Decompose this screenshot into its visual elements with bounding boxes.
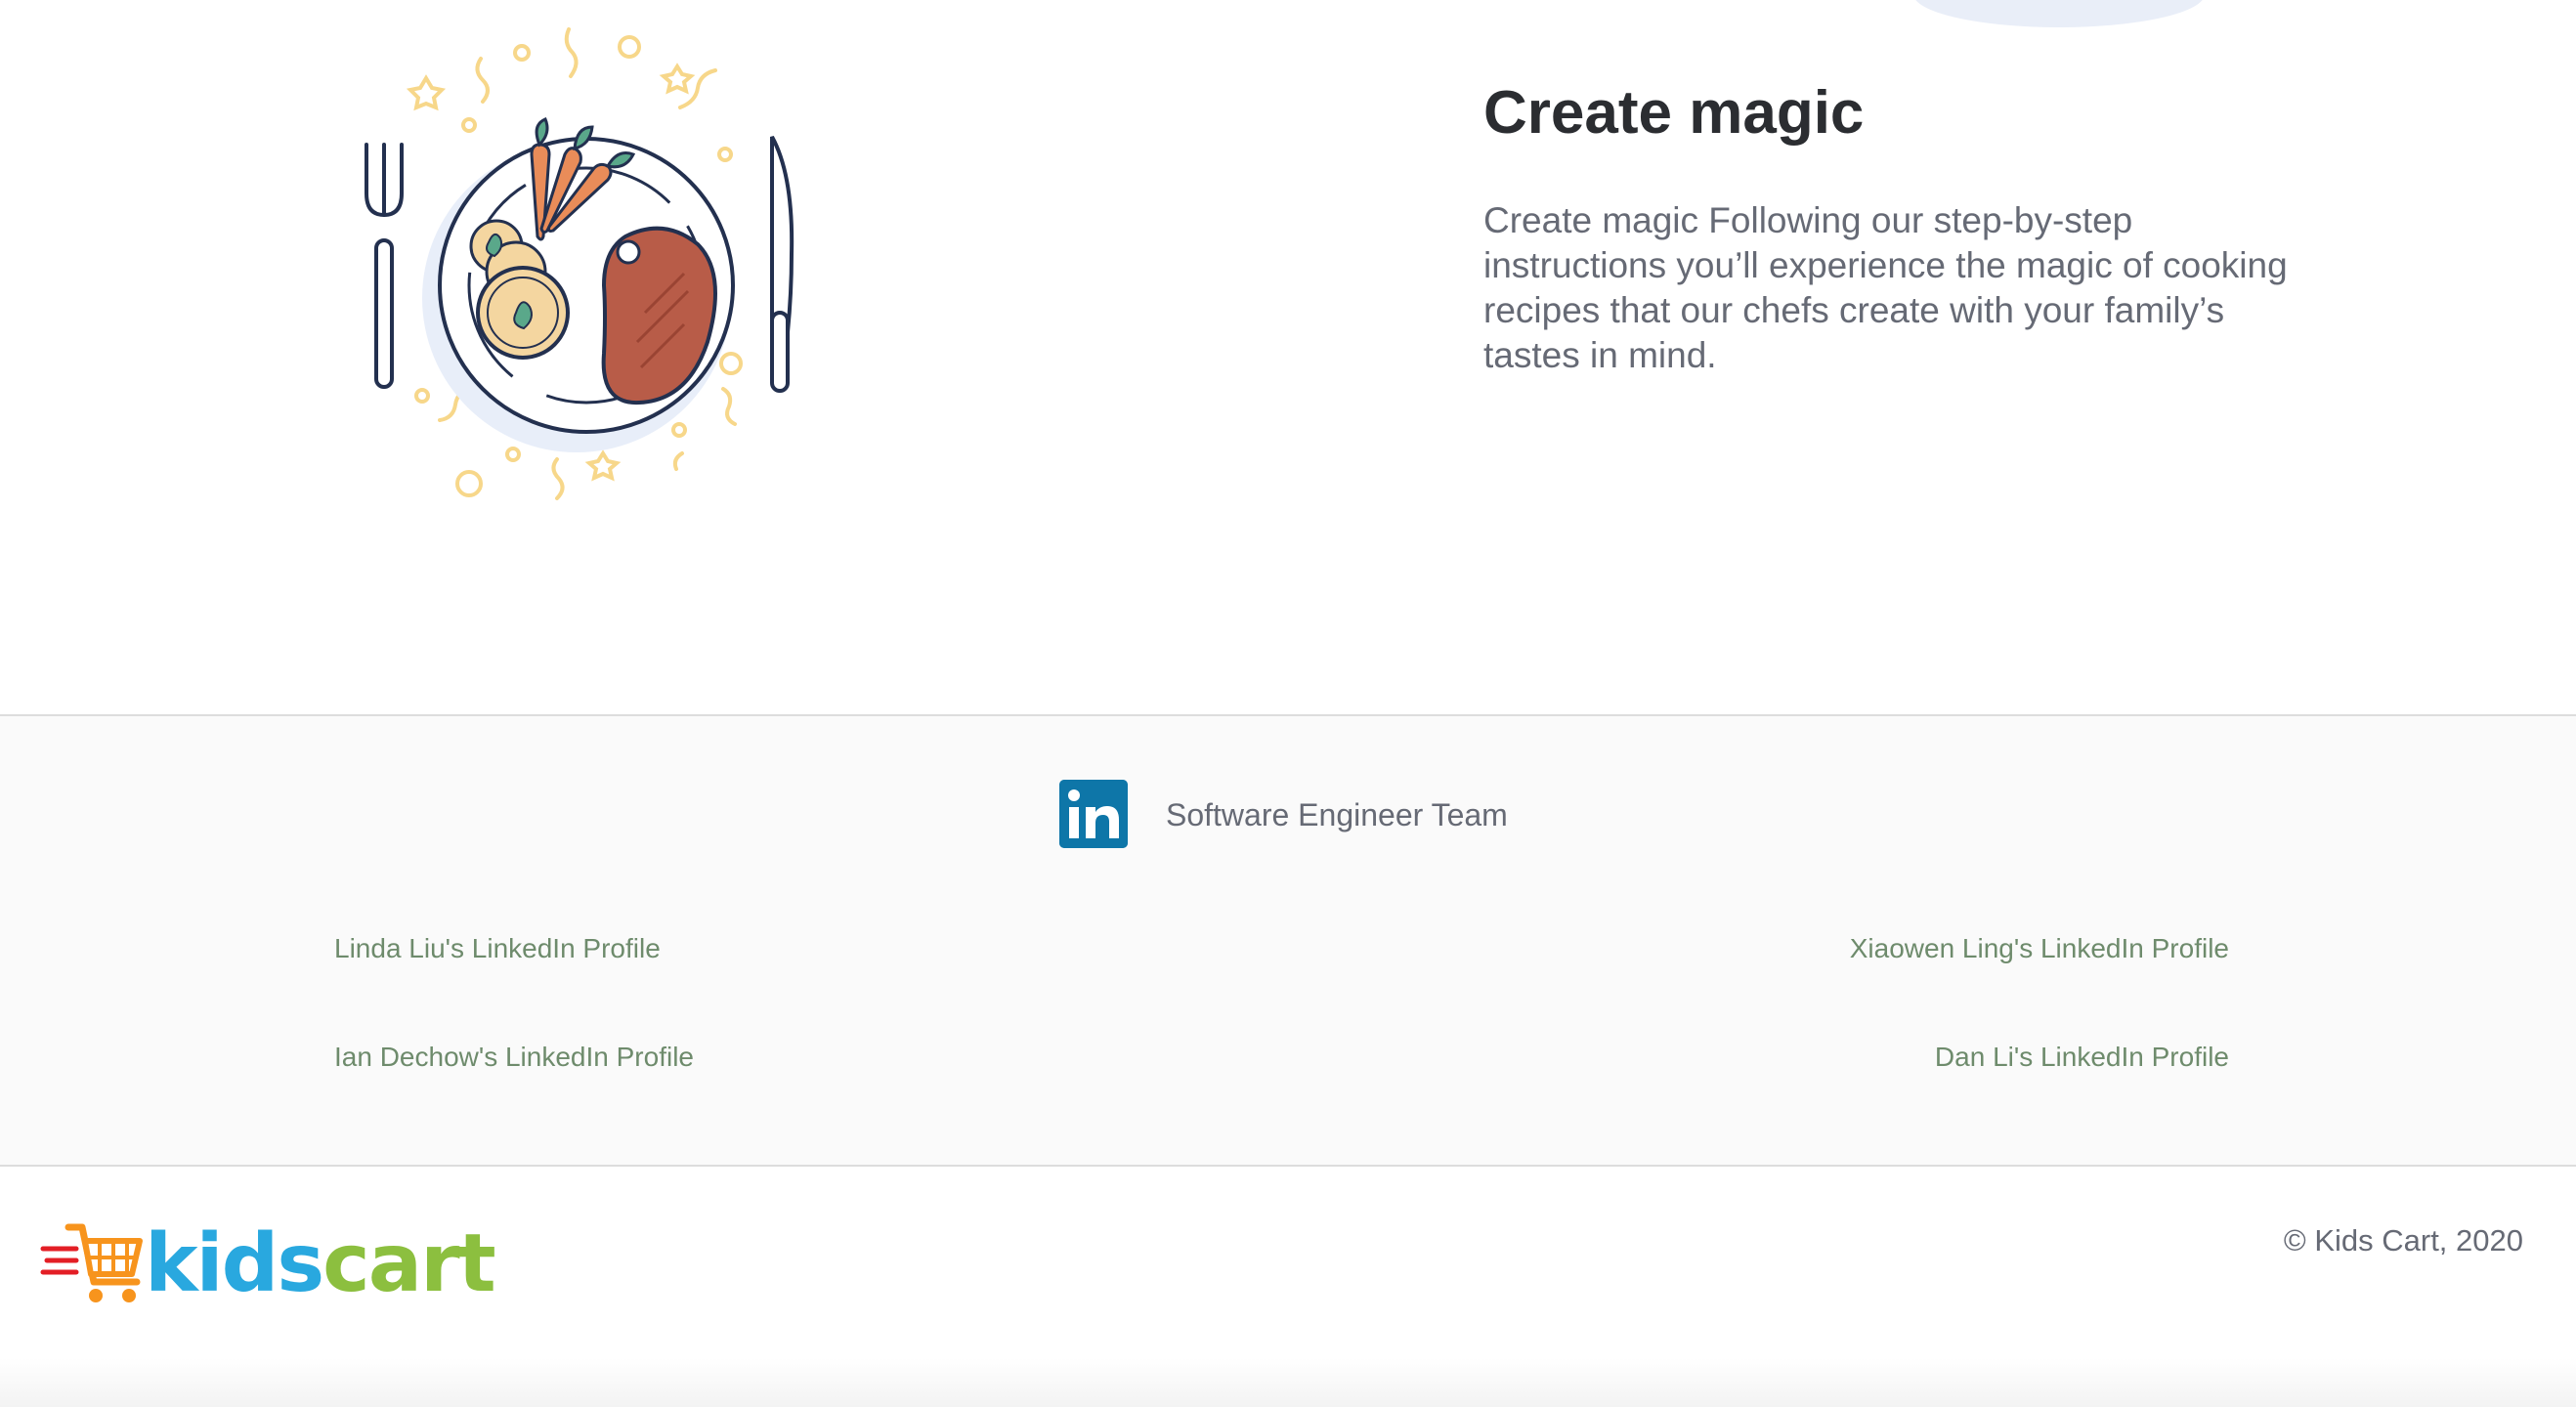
shopping-cart-icon [40,1223,143,1302]
linkedin-icon[interactable] [1059,780,1128,848]
brand-kids-text: kids [145,1217,324,1310]
team-section: Software Engineer Team Linda Liu's Linke… [0,714,2576,1167]
kidscart-logo[interactable]: kidscart [39,1215,496,1313]
footer-shadow [0,1358,2576,1407]
team-title: Software Engineer Team [1166,797,1508,832]
footer: kidscart © Kids Cart, 2020 [0,1167,2576,1407]
linkedin-profile-link-linda[interactable]: Linda Liu's LinkedIn Profile [334,933,661,964]
decorative-blob [1913,0,2205,27]
plate-meal-illustration [365,27,794,500]
linkedin-profile-link-xiaowen[interactable]: Xiaowen Ling's LinkedIn Profile [1850,933,2229,964]
brand-wordmark: kidscart [145,1215,496,1313]
feature-description: Create magic Following our step-by-step … [1483,200,2288,375]
copyright-text: © Kids Cart, 2020 [2283,1223,2523,1258]
feature-title: Create magic [1483,79,1865,147]
brand-cart-text: cart [322,1217,496,1310]
linkedin-profile-link-dan[interactable]: Dan Li's LinkedIn Profile [1935,1042,2229,1073]
linkedin-profile-link-ian[interactable]: Ian Dechow's LinkedIn Profile [334,1042,694,1073]
feature-section: Create magic Create magic Following our … [0,0,2576,714]
